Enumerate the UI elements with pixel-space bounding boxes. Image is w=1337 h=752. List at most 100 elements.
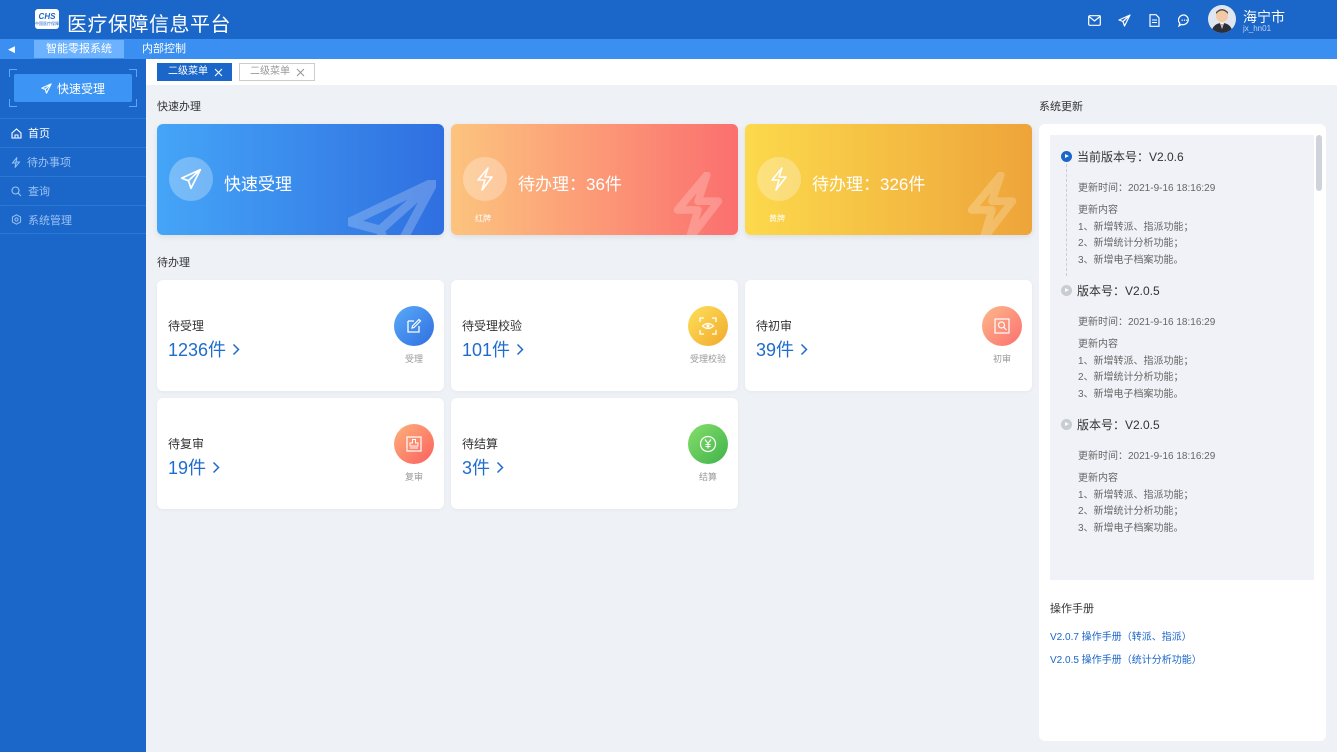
bolt-icon xyxy=(757,157,801,201)
pending-count: 39件 xyxy=(756,340,795,360)
pending-card-caption: 结算 xyxy=(698,472,717,482)
sidebar-item-system[interactable]: 系统管理 xyxy=(0,205,146,234)
page-tabs: 二级菜单 二级菜单 xyxy=(146,59,1337,85)
page-tab-label: 二级菜单 xyxy=(168,66,208,77)
pending-card-label: 待初审 xyxy=(756,319,793,333)
pending-section-title: 待办理 xyxy=(157,257,190,269)
sidebar-item-home[interactable]: 首页 xyxy=(0,118,146,147)
user-avatar[interactable] xyxy=(1208,5,1236,33)
bolt-watermark-icon xyxy=(967,172,1017,235)
version-content-item: 2、新增统计分析功能； xyxy=(1078,506,1184,517)
version-content: 更新内容 1、新增转派、指派功能； 2、新增统计分析功能； 3、新增电子档案功能… xyxy=(1078,337,1311,403)
manual-link[interactable]: V2.0.5 操作手册（统计分析功能） xyxy=(1050,651,1202,666)
yen-icon xyxy=(688,424,728,464)
quick-accept-button[interactable]: 快速受理 xyxy=(14,74,132,102)
scan-eye-icon xyxy=(688,306,728,346)
sidebar: 快速受理 首页 待办事项 查询 系统管理 xyxy=(0,59,146,752)
quick-card-red[interactable]: 待办理：36件 红牌 xyxy=(451,124,738,235)
mail-icon[interactable] xyxy=(1083,10,1105,30)
quick-section-title: 快速办理 xyxy=(157,101,201,113)
pending-count: 3件 xyxy=(462,458,491,478)
version-list[interactable]: 当前版本号：V2.0.6 更新时间：2021-9-16 18:16:29 更新内… xyxy=(1050,135,1314,580)
pending-card-value[interactable]: 1236件 xyxy=(168,336,240,362)
manual-link[interactable]: V2.0.7 操作手册（转派、指派） xyxy=(1050,628,1192,643)
edit-icon xyxy=(394,306,434,346)
bolt-watermark-icon xyxy=(673,172,723,235)
version-time: 更新时间：2021-9-16 18:16:29 xyxy=(1078,451,1216,462)
quick-card-label: 待办理：36件 xyxy=(518,175,622,194)
pending-count: 19件 xyxy=(168,458,207,478)
app-logo: CHS 中国医疗保障 xyxy=(35,9,59,29)
logo-text: CHS xyxy=(38,12,56,21)
chevron-right-icon xyxy=(496,461,504,473)
pending-card-accept-check[interactable]: 待受理校验 101件 受理校验 xyxy=(451,280,738,391)
pending-card-caption: 受理 xyxy=(404,354,423,364)
pending-card-first-review[interactable]: 待初审 39件 初审 xyxy=(745,280,1032,391)
bolt-icon xyxy=(463,157,507,201)
sidebar-item-label: 待办事项 xyxy=(27,157,71,169)
collapse-left-icon[interactable]: ◀ xyxy=(8,43,18,55)
sidebar-item-todo[interactable]: 待办事项 xyxy=(0,147,146,176)
version-label: 当前版本号：V2.0.6 xyxy=(1077,150,1184,164)
version-entry: 当前版本号：V2.0.6 更新时间：2021-9-16 18:16:29 更新内… xyxy=(1061,148,1311,276)
version-list-scrollbar[interactable] xyxy=(1316,135,1322,191)
version-content-title: 更新内容 xyxy=(1078,205,1118,216)
document-icon[interactable] xyxy=(1143,10,1165,30)
version-content-item: 1、新增转派、指派功能； xyxy=(1078,355,1194,367)
pending-count: 1236件 xyxy=(168,340,227,360)
pending-card-settlement[interactable]: 待结算 3件 结算 xyxy=(451,398,738,509)
version-content-item: 1、新增转派、指派功能； xyxy=(1078,489,1194,501)
close-icon[interactable] xyxy=(296,68,305,77)
system-tab-internal-control[interactable]: 内部控制 xyxy=(130,40,198,58)
version-content: 更新内容 1、新增转派、指派功能； 2、新增统计分析功能； 3、新增电子档案功能… xyxy=(1078,203,1311,269)
quick-accept-label: 快速受理 xyxy=(56,81,105,96)
version-time: 更新时间：2021-9-16 18:16:29 xyxy=(1078,183,1216,194)
pending-card-value[interactable]: 101件 xyxy=(462,336,524,362)
system-nav: ◀ 智能零报系统 内部控制 xyxy=(0,39,1337,59)
version-entry: 版本号：V2.0.5 更新时间：2021-9-16 18:16:29 更新内容 … xyxy=(1061,416,1311,537)
pending-card-caption: 复审 xyxy=(404,472,423,482)
pending-card-label: 待受理 xyxy=(168,319,205,333)
pending-card-second-review[interactable]: 待复审 19件 复审 xyxy=(157,398,444,509)
side-menu: 首页 待办事项 查询 系统管理 xyxy=(0,118,146,234)
top-header: CHS 中国医疗保障 医疗保障信息平台 海宁市 jx_hn01 xyxy=(0,0,1337,39)
quick-card-sub: 红牌 xyxy=(475,214,491,223)
search-icon xyxy=(11,185,22,196)
sidebar-item-query[interactable]: 查询 xyxy=(0,176,146,205)
pending-card-value[interactable]: 3件 xyxy=(462,454,504,480)
send-icon xyxy=(41,82,52,94)
version-content-title: 更新内容 xyxy=(1078,339,1118,350)
chat-icon[interactable] xyxy=(1173,10,1195,30)
version-content-item: 2、新增统计分析功能； xyxy=(1078,238,1184,249)
version-content-item: 3、新增电子档案功能。 xyxy=(1078,254,1184,266)
pending-card-value[interactable]: 19件 xyxy=(168,454,220,480)
home-icon xyxy=(11,127,22,139)
send-icon xyxy=(169,157,213,201)
version-label: 版本号：V2.0.5 xyxy=(1077,284,1160,298)
close-icon[interactable] xyxy=(214,68,223,77)
send-watermark-icon xyxy=(348,180,436,235)
user-id: jx_hn01 xyxy=(1243,24,1272,33)
pending-card-caption: 初审 xyxy=(992,354,1011,364)
page-tab-active[interactable]: 二级菜单 xyxy=(157,63,232,81)
pending-card-label: 待结算 xyxy=(462,437,499,451)
page-tab[interactable]: 二级菜单 xyxy=(239,63,315,81)
send-icon[interactable] xyxy=(1113,10,1135,30)
quick-card-yellow[interactable]: 待办理：326件 黄牌 xyxy=(745,124,1032,235)
version-content: 更新内容 1、新增转派、指派功能； 2、新增统计分析功能； 3、新增电子档案功能… xyxy=(1078,471,1311,537)
version-content-item: 3、新增电子档案功能。 xyxy=(1078,522,1184,534)
version-entry: 版本号：V2.0.5 更新时间：2021-9-16 18:16:29 更新内容 … xyxy=(1061,282,1311,403)
quick-card-accept[interactable]: 快速受理 xyxy=(157,124,444,235)
sidebar-item-label: 首页 xyxy=(28,128,50,140)
pending-count: 101件 xyxy=(462,340,511,360)
chevron-right-icon xyxy=(517,343,524,355)
version-label: 版本号：V2.0.5 xyxy=(1077,418,1160,432)
version-time: 更新时间：2021-9-16 18:16:29 xyxy=(1078,317,1216,328)
bolt-icon xyxy=(11,156,21,168)
pending-card-accept[interactable]: 待受理 1236件 受理 xyxy=(157,280,444,391)
version-content-item: 1、新增转派、指派功能； xyxy=(1078,221,1194,233)
system-tab-smart-report[interactable]: 智能零报系统 xyxy=(34,40,124,58)
pending-card-value[interactable]: 39件 xyxy=(756,336,808,362)
page-tab-label: 二级菜单 xyxy=(250,66,290,77)
play-circle-icon xyxy=(1061,419,1072,430)
